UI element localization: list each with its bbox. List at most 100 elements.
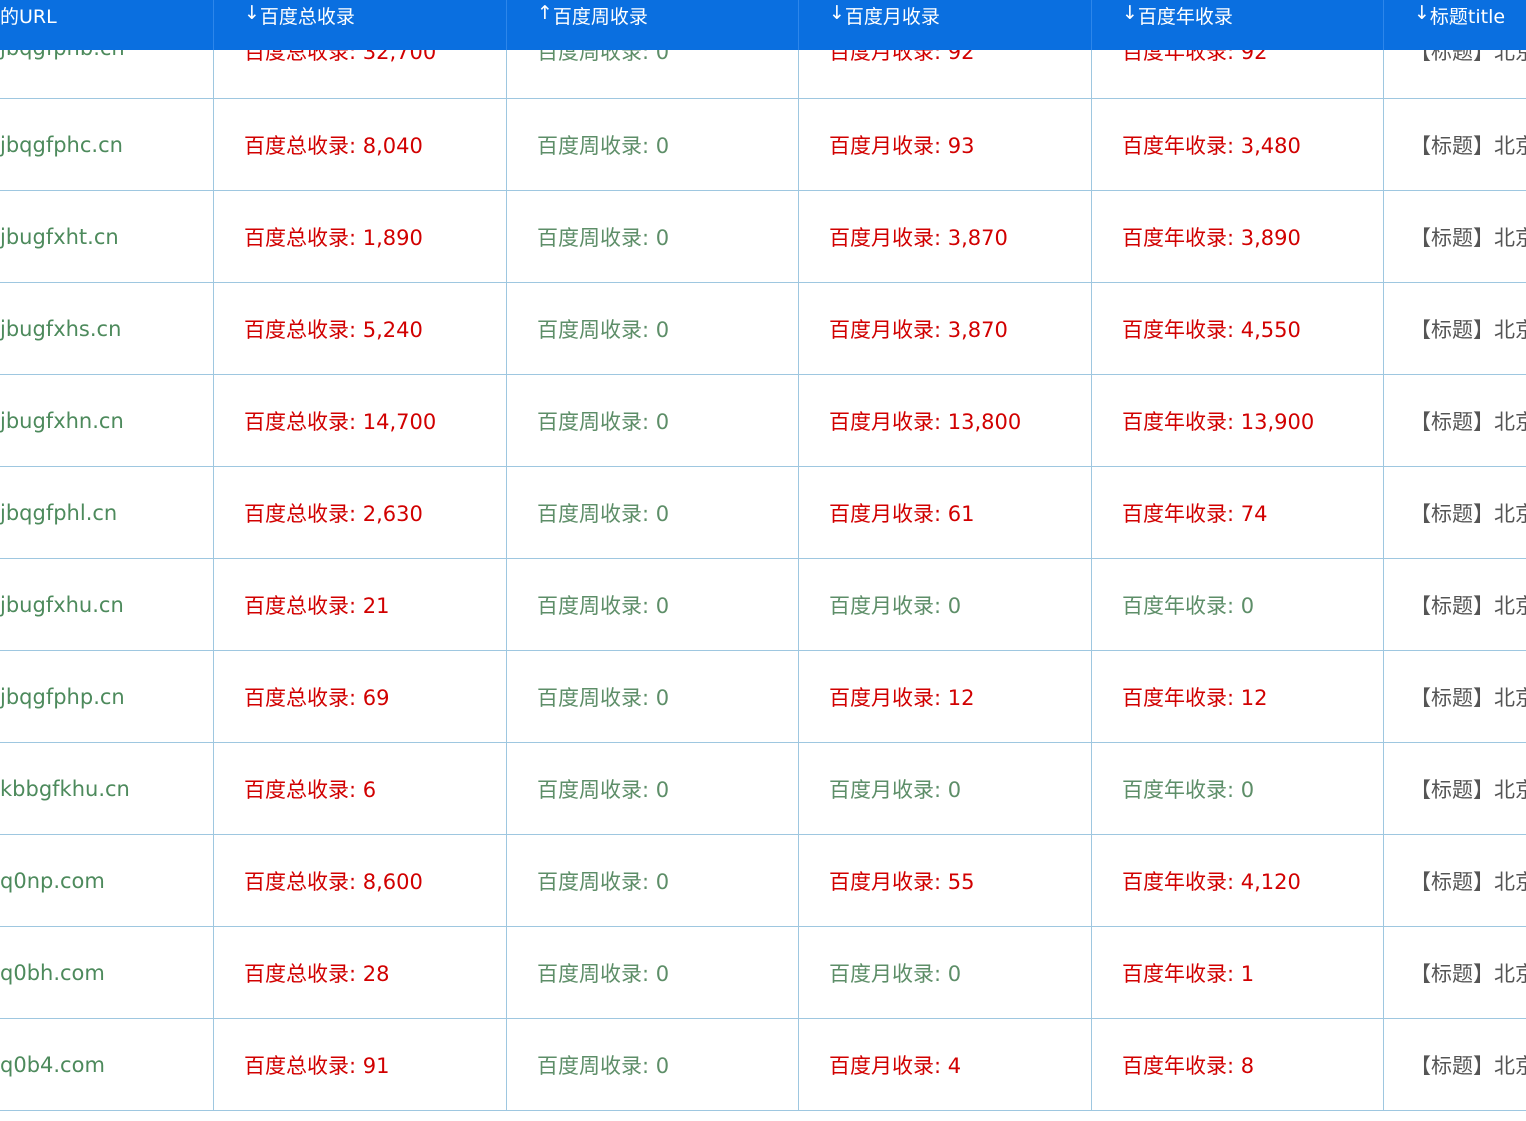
title-cell: 【标题】北京 [1410, 777, 1526, 802]
column-header-url-label: 的URL [0, 6, 57, 28]
month-count: 百度月收录: 0 [829, 777, 962, 802]
cell-url: q0np.com [0, 835, 214, 927]
cell-title: 【标题】北京 [1384, 1019, 1526, 1111]
total-count: 百度总收录: 5,240 [244, 317, 423, 342]
cell-month: 百度月收录: 0 [799, 927, 1092, 1019]
url-link[interactable]: jbqgfphl.cn [0, 501, 117, 525]
total-count: 百度总收录: 1,890 [244, 225, 423, 250]
url-link[interactable]: jbqgfphb.cn [0, 50, 125, 60]
cell-year: 百度年收录: 4,120 [1092, 835, 1384, 927]
cell-year: 百度年收录: 13,900 [1092, 375, 1384, 467]
column-header-year-label: 百度年收录 [1137, 6, 1233, 28]
week-count: 百度周收录: 0 [537, 593, 670, 618]
cell-week: 百度周收录: 0 [507, 50, 799, 99]
year-count: 百度年收录: 13,900 [1122, 409, 1315, 434]
total-count: 百度总收录: 6 [244, 777, 377, 802]
column-header-month-label: 百度月收录 [844, 6, 940, 28]
cell-week: 百度周收录: 0 [507, 191, 799, 283]
cell-year: 百度年收录: 3,480 [1092, 99, 1384, 191]
cell-month: 百度月收录: 3,870 [799, 191, 1092, 283]
cell-title: 【标题】北京 [1384, 50, 1526, 99]
cell-url: jbugfxhu.cn [0, 559, 214, 651]
url-link[interactable]: jbugfxhs.cn [0, 317, 121, 341]
url-link[interactable]: jbugfxhn.cn [0, 409, 124, 433]
cell-month: 百度月收录: 92 [799, 50, 1092, 99]
url-link[interactable]: jbqgfphc.cn [0, 133, 123, 157]
cell-week: 百度周收录: 0 [507, 467, 799, 559]
cell-month: 百度月收录: 13,800 [799, 375, 1092, 467]
table-body: jbqgfphb.cn 百度总收录: 32,700 百度周收录: 0 百度月收录: 9… [0, 50, 1526, 1111]
total-count: 百度总收录: 28 [244, 961, 390, 986]
cell-total: 百度总收录: 21 [214, 559, 507, 651]
cell-week: 百度周收录: 0 [507, 835, 799, 927]
url-link[interactable]: q0bh.com [0, 961, 105, 985]
year-count: 百度年收录: 8 [1122, 1053, 1255, 1078]
column-header-url[interactable]: 的URL [0, 0, 214, 50]
month-count: 百度月收录: 0 [829, 593, 962, 618]
url-link[interactable]: jbugfxhu.cn [0, 593, 124, 617]
cell-week: 百度周收录: 0 [507, 99, 799, 191]
url-link[interactable]: jbqgfphp.cn [0, 685, 125, 709]
month-count: 百度月收录: 13,800 [829, 409, 1022, 434]
cell-total: 百度总收录: 6 [214, 743, 507, 835]
week-count: 百度周收录: 0 [537, 1053, 670, 1078]
week-count: 百度周收录: 0 [537, 409, 670, 434]
cell-month: 百度月收录: 12 [799, 651, 1092, 743]
column-header-total[interactable]: ↓ 百度总收录 [214, 0, 507, 50]
cell-year: 百度年收录: 1 [1092, 927, 1384, 1019]
url-link[interactable]: jbugfxht.cn [0, 225, 119, 249]
cell-title: 【标题】北京 [1384, 283, 1526, 375]
cell-total: 百度总收录: 28 [214, 927, 507, 1019]
table-viewport: 的URL ↓ 百度总收录 ↑ 百度周收录 ↓ 百度月收录 ↓ 百度年收录 ↓ 标题titl… [0, 0, 1526, 1121]
table-row: q0np.com 百度总收录: 8,600 百度周收录: 0 百度月收录: 55 百度年… [0, 835, 1526, 927]
cell-url: jbugfxhs.cn [0, 283, 214, 375]
cell-month: 百度月收录: 0 [799, 743, 1092, 835]
cell-month: 百度月收录: 61 [799, 467, 1092, 559]
month-count: 百度月收录: 92 [829, 50, 975, 64]
total-count: 百度总收录: 8,600 [244, 869, 423, 894]
cell-week: 百度周收录: 0 [507, 651, 799, 743]
month-count: 百度月收录: 3,870 [829, 225, 1008, 250]
cell-total: 百度总收录: 8,040 [214, 99, 507, 191]
cell-year: 百度年收录: 3,890 [1092, 191, 1384, 283]
url-link[interactable]: q0np.com [0, 869, 105, 893]
cell-total: 百度总收录: 32,700 [214, 50, 507, 99]
cell-title: 【标题】北京 [1384, 191, 1526, 283]
year-count: 百度年收录: 0 [1122, 777, 1255, 802]
column-header-month[interactable]: ↓ 百度月收录 [799, 0, 1092, 50]
column-header-week[interactable]: ↑ 百度周收录 [507, 0, 799, 50]
sort-down-icon: ↓ [829, 2, 845, 24]
cell-total: 百度总收录: 2,630 [214, 467, 507, 559]
cell-url: jbqgfphp.cn [0, 651, 214, 743]
column-header-title-label: 标题title [1429, 6, 1506, 28]
cell-week: 百度周收录: 0 [507, 927, 799, 1019]
column-header-year[interactable]: ↓ 百度年收录 [1092, 0, 1384, 50]
total-count: 百度总收录: 91 [244, 1053, 390, 1078]
title-cell: 【标题】北京 [1410, 869, 1526, 894]
cell-total: 百度总收录: 14,700 [214, 375, 507, 467]
table-row: kbbgfkhu.cn 百度总收录: 6 百度周收录: 0 百度月收录: 0 百度年收录… [0, 743, 1526, 835]
cell-month: 百度月收录: 4 [799, 1019, 1092, 1111]
total-count: 百度总收录: 8,040 [244, 133, 423, 158]
cell-year: 百度年收录: 0 [1092, 743, 1384, 835]
cell-url: jbqgfphl.cn [0, 467, 214, 559]
cell-title: 【标题】北京 [1384, 99, 1526, 191]
column-header-title[interactable]: ↓ 标题title [1384, 0, 1526, 50]
week-count: 百度周收录: 0 [537, 225, 670, 250]
table-row: jbugfxhu.cn 百度总收录: 21 百度周收录: 0 百度月收录: 0 百度年收… [0, 559, 1526, 651]
year-count: 百度年收录: 74 [1122, 501, 1268, 526]
sort-down-icon: ↓ [1414, 2, 1430, 24]
table-row: jbugfxht.cn 百度总收录: 1,890 百度周收录: 0 百度月收录: 3,… [0, 191, 1526, 283]
url-link[interactable]: kbbgfkhu.cn [0, 777, 130, 801]
table-row: jbugfxhs.cn 百度总收录: 5,240 百度周收录: 0 百度月收录: 3,… [0, 283, 1526, 375]
title-cell: 【标题】北京 [1410, 1053, 1526, 1078]
cell-url: q0b4.com [0, 1019, 214, 1111]
cell-title: 【标题】北京 [1384, 467, 1526, 559]
table-row: q0b4.com 百度总收录: 91 百度周收录: 0 百度月收录: 4 百度年收录: … [0, 1019, 1526, 1111]
url-link[interactable]: q0b4.com [0, 1053, 105, 1077]
cell-title: 【标题】北京 [1384, 743, 1526, 835]
results-table: 的URL ↓ 百度总收录 ↑ 百度周收录 ↓ 百度月收录 ↓ 百度年收录 ↓ 标题titl… [0, 0, 1526, 1111]
table-row: jbqgfphl.cn 百度总收录: 2,630 百度周收录: 0 百度月收录: 61… [0, 467, 1526, 559]
month-count: 百度月收录: 0 [829, 961, 962, 986]
cell-url: jbqgfphb.cn [0, 50, 214, 99]
